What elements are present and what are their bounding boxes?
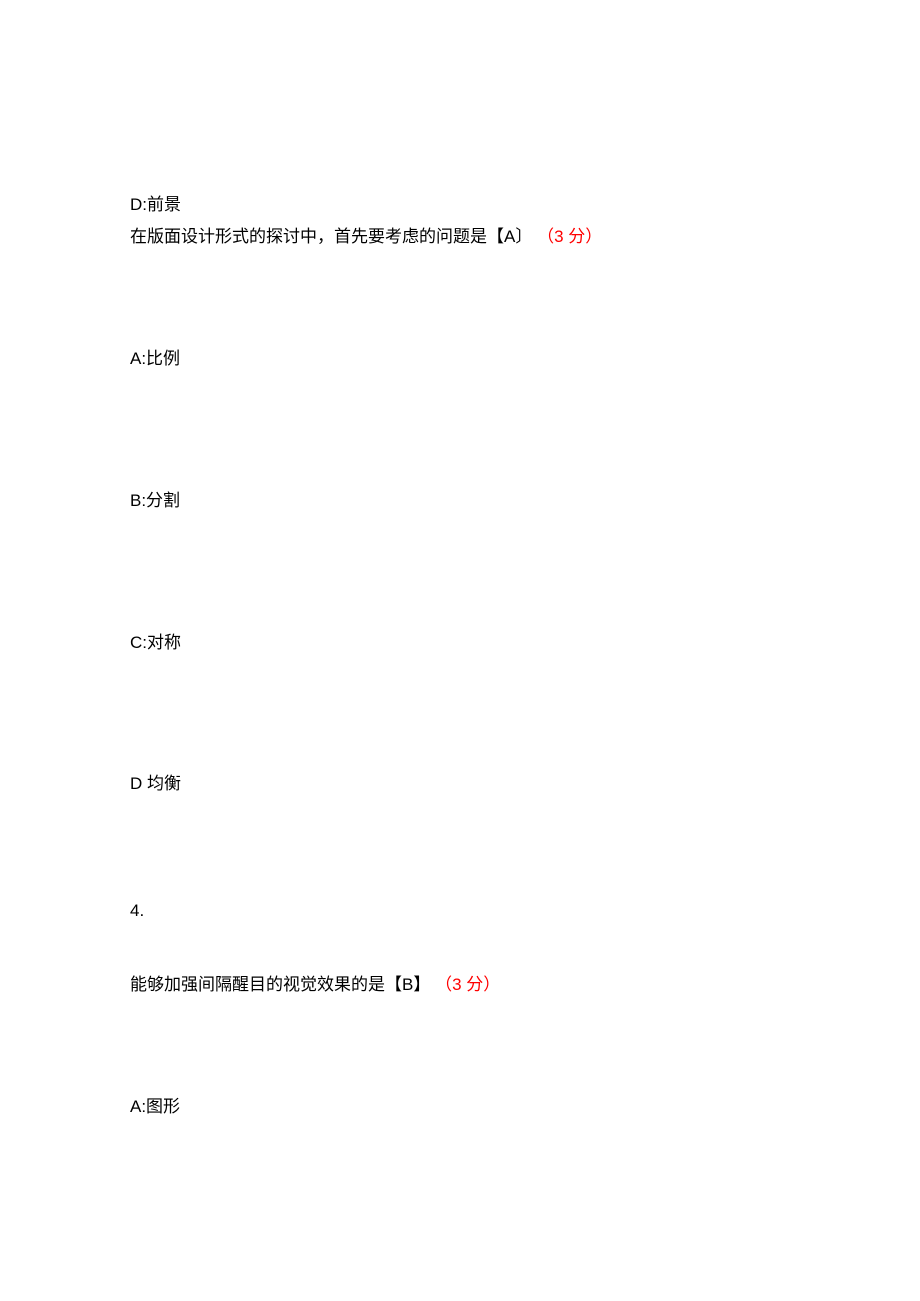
question-4: 能够加强间隔醒目的视觉效果的是【B】 （3 分） xyxy=(130,971,920,1000)
q3-option-c: C:对称 xyxy=(130,629,920,658)
question-3: 在版面设计形式的探讨中，首先要考虑的问题是【A〕 （3 分） xyxy=(130,223,920,252)
q4-option-a: A:图形 xyxy=(130,1093,920,1122)
q3-option-d: D 均衡 xyxy=(130,770,920,799)
q3-option-b: B:分割 xyxy=(130,487,920,516)
prev-option-d: D:前景 xyxy=(130,191,920,220)
question-4-number: 4. xyxy=(130,897,920,926)
question-3-text: 在版面设计形式的探讨中，首先要考虑的问题是【A〕 xyxy=(130,227,532,246)
question-4-text: 能够加强间隔醒目的视觉效果的是【B】 xyxy=(130,975,430,994)
question-4-score: （3 分） xyxy=(435,975,500,994)
q3-option-a: A:比例 xyxy=(130,345,920,374)
question-3-score: （3 分） xyxy=(537,227,602,246)
